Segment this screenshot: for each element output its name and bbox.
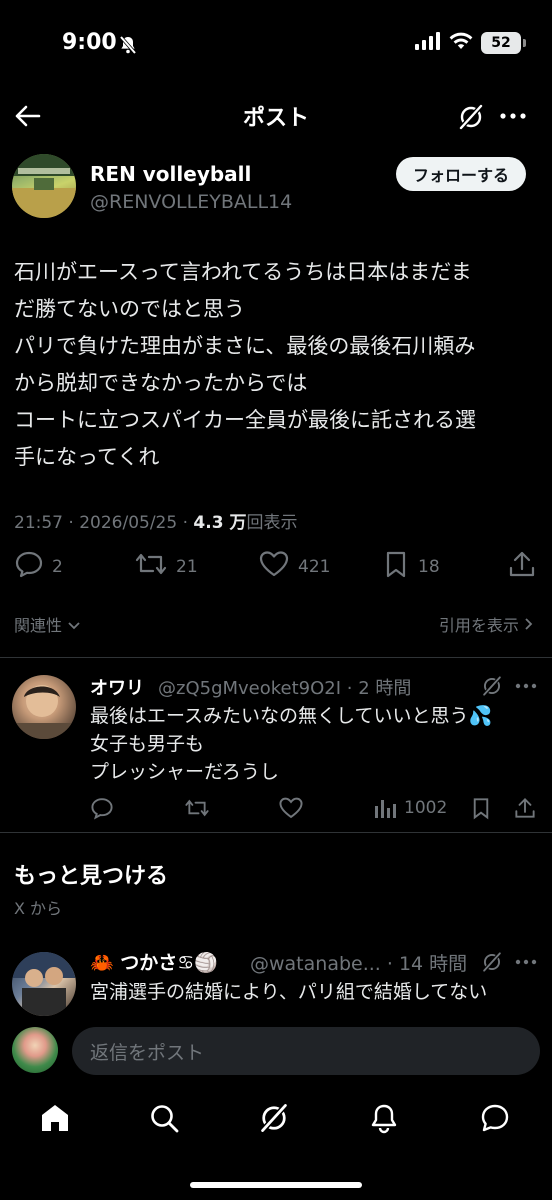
tab-bar [0, 1090, 552, 1150]
post-text-line: 石川がエースって言われてるうちは日本はまだま [14, 260, 472, 284]
reply-views-count: 1002 [404, 798, 448, 818]
share-button[interactable] [508, 550, 536, 583]
post-text-line: パリで負けた理由がまさに、最後の最後石川頼み [14, 334, 476, 358]
bell-icon [368, 1102, 400, 1138]
post-text-line: 手になってくれ [14, 445, 160, 469]
reply-author-name[interactable]: オワリ [90, 674, 144, 700]
tab-home[interactable] [37, 1102, 73, 1138]
wifi-icon [449, 32, 473, 54]
home-indicator [190, 1182, 362, 1188]
recommended-author-name[interactable]: 🦀 つかさ♋🏐 [90, 948, 218, 975]
like-count: 421 [298, 556, 331, 577]
heart-icon [258, 550, 290, 583]
status-time: 9:00 [62, 30, 117, 55]
user-avatar[interactable] [12, 1027, 58, 1073]
author-avatar[interactable] [12, 154, 76, 218]
post-timestamp: 21:57 · 2026/05/25 · [14, 513, 194, 533]
reply-text-line: プレッシャーだろうし [90, 761, 279, 783]
view-quotes-link[interactable]: 引用を表示 [439, 612, 534, 636]
views-label: 回表示 [246, 513, 298, 533]
repost-icon [134, 550, 168, 583]
post-meta: 21:57 · 2026/05/25 · 4.3 万回表示 [14, 508, 297, 533]
reply-avatar[interactable] [12, 675, 76, 739]
post-text-line: から脱却できなかったからでは [14, 371, 308, 395]
repost-count: 21 [176, 556, 198, 577]
post-actions: 2 21 421 18 [0, 550, 552, 586]
follow-button[interactable]: フォローする [396, 157, 526, 191]
reply-count: 2 [52, 556, 63, 577]
reply-button[interactable]: 2 [14, 550, 63, 583]
more-icon[interactable] [498, 104, 528, 128]
repost-icon[interactable] [184, 796, 210, 824]
reply-icon [14, 550, 44, 583]
grok-icon[interactable] [480, 674, 504, 698]
sort-relevance[interactable]: 関連性 [14, 612, 81, 636]
battery-tip [523, 39, 526, 47]
views-icon[interactable] [374, 798, 396, 822]
tab-messages[interactable] [477, 1102, 513, 1138]
bell-slash-icon [118, 35, 138, 59]
search-icon [148, 1102, 180, 1138]
tab-grok[interactable] [256, 1102, 292, 1138]
more-icon[interactable] [514, 954, 538, 970]
bookmark-icon [382, 550, 410, 583]
battery-indicator: 52 [481, 32, 521, 54]
reply-text: 最後はエースみたいなの無くしていいと思う💦 女子も男子も プレッシャーだろうし [90, 702, 492, 786]
chevron-right-icon [524, 616, 534, 635]
discover-subtitle: X から [14, 899, 63, 918]
grok-icon[interactable] [480, 950, 504, 974]
bookmark-count: 18 [418, 556, 440, 577]
sort-label: 関連性 [14, 616, 63, 635]
tab-notifications[interactable] [366, 1102, 402, 1138]
recommended-handle-time[interactable]: @watanabe... · 14 時間 [250, 949, 467, 976]
tab-search[interactable] [146, 1102, 182, 1138]
repost-button[interactable]: 21 [134, 550, 198, 583]
reply-actions: 1002 [0, 794, 552, 824]
recommended-text: 宮浦選手の結婚により、パリ組で結婚してない [90, 981, 488, 1003]
author-handle[interactable]: @RENVOLLEYBALL14 [90, 191, 292, 213]
reply-text-line: 女子も男子も [90, 733, 205, 755]
discover-title: もっと見つける [14, 864, 169, 889]
divider [0, 657, 552, 658]
reply-icon[interactable] [90, 796, 114, 824]
reply-text-line: 最後はエースみたいなの無くしていいと思う💦 [90, 705, 493, 727]
grok-icon [258, 1102, 290, 1138]
chat-bubble-icon [479, 1102, 511, 1138]
share-icon [508, 550, 536, 583]
bookmark-button[interactable]: 18 [382, 550, 440, 583]
divider [0, 832, 552, 833]
like-button[interactable]: 421 [258, 550, 330, 583]
bookmark-icon[interactable] [470, 796, 492, 824]
author-name[interactable]: REN volleyball [90, 162, 251, 186]
reply-input[interactable]: 返信をポスト [72, 1027, 540, 1075]
reply-handle-time[interactable]: @zQ5gMveoket9O2I · 2 時間 [158, 674, 411, 700]
home-icon [39, 1102, 71, 1138]
post-text-line: コートに立つスパイカー全員が最後に託される選 [14, 408, 476, 432]
share-icon[interactable] [514, 796, 536, 824]
quotes-label: 引用を表示 [438, 616, 519, 635]
grok-icon[interactable] [456, 102, 486, 132]
status-indicators: 52 [415, 32, 526, 54]
chevron-down-icon [67, 616, 81, 635]
signal-icon [415, 32, 441, 54]
more-icon[interactable] [514, 678, 538, 694]
heart-icon[interactable] [278, 796, 304, 824]
post-text: 石川がエースって言われてるうちは日本はまだま だ勝てないのではと思う パリで負け… [14, 254, 534, 476]
recommended-avatar[interactable] [12, 952, 76, 1016]
views-count[interactable]: 4.3 万 [193, 513, 246, 533]
post-text-line: だ勝てないのではと思う [14, 297, 245, 321]
